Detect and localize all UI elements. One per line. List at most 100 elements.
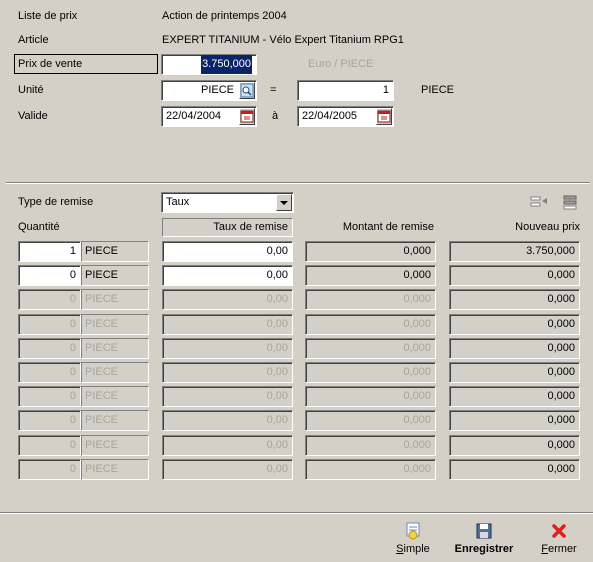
valid-from-input[interactable]: 22/04/2004: [161, 106, 257, 127]
rate-input[interactable]: 0,00: [162, 265, 293, 286]
sale-price-value: 3.750,000: [201, 55, 252, 74]
unit-qty-value: 1: [382, 84, 389, 96]
valid-to-label: à: [272, 110, 279, 122]
qty-input[interactable]: 0: [18, 265, 81, 286]
unit-cell: PIECE: [81, 265, 149, 286]
new-price-cell: 3.750,000: [449, 241, 580, 262]
simple-icon: [406, 522, 420, 540]
qty-value: 0: [69, 390, 76, 402]
qty-input: 0: [18, 289, 81, 310]
calendar-icon[interactable]: [239, 108, 255, 125]
unit-input[interactable]: PIECE: [161, 80, 257, 101]
unit-value: PIECE: [85, 318, 119, 330]
qty-input: 0: [18, 386, 81, 407]
unit-value: PIECE: [85, 245, 119, 257]
simple-button[interactable]: Simple: [392, 522, 434, 556]
new-price-cell: 0,000: [449, 410, 580, 431]
unit-after-label: PIECE: [421, 84, 455, 96]
qty-input: 0: [18, 459, 81, 480]
new-price-value: 0,000: [547, 463, 575, 475]
qty-value: 0: [69, 342, 76, 354]
unit-cell: PIECE: [81, 459, 149, 480]
amount-value: 0,000: [403, 463, 431, 475]
insert-row-icon[interactable]: [530, 194, 548, 213]
save-button[interactable]: Enregistrer: [448, 522, 520, 556]
rate-value: 0,00: [266, 390, 288, 402]
rate-input: 0,00: [162, 314, 293, 335]
qty-value: 0: [69, 318, 76, 330]
new-price-value: 3.750,000: [526, 245, 575, 257]
delete-row-icon[interactable]: [561, 194, 579, 213]
rate-input[interactable]: 0,00: [162, 241, 293, 262]
rate-input: 0,00: [162, 386, 293, 407]
new-price-cell: 0,000: [449, 386, 580, 407]
new-price-value: 0,000: [547, 390, 575, 402]
rate-value: 0,00: [266, 366, 288, 378]
col-header-rate: Taux de remise: [162, 218, 293, 237]
new-price-cell: 0,000: [449, 459, 580, 480]
discount-type-select[interactable]: Taux: [161, 192, 294, 213]
new-price-value: 0,000: [547, 439, 575, 451]
close-button[interactable]: Fermer: [536, 522, 582, 556]
rate-input: 0,00: [162, 435, 293, 456]
rate-input: 0,00: [162, 362, 293, 383]
rate-value: 0,00: [266, 414, 288, 426]
rate-input: 0,00: [162, 289, 293, 310]
sale-price-input[interactable]: 3.750,000: [161, 54, 257, 75]
qty-input: 0: [18, 362, 81, 383]
amount-cell: 0,000: [305, 241, 436, 262]
discount-type-value: Taux: [166, 196, 190, 208]
qty-value: 0: [69, 463, 76, 475]
qty-value: 0: [69, 439, 76, 451]
amount-cell: 0,000: [305, 362, 436, 383]
lookup-icon[interactable]: [239, 82, 255, 99]
rate-input: 0,00: [162, 410, 293, 431]
new-price-cell: 0,000: [449, 265, 580, 286]
sale-price-label: Prix de vente: [18, 58, 83, 70]
unit-label: Unité: [18, 84, 44, 96]
article-value: EXPERT TITANIUM - Vélo Expert Titanium R…: [162, 34, 404, 46]
amount-value: 0,000: [403, 269, 431, 281]
amount-cell: 0,000: [305, 289, 436, 310]
new-price-cell: 0,000: [449, 314, 580, 335]
qty-input: 0: [18, 314, 81, 335]
save-label: Enregistrer: [454, 543, 514, 555]
qty-input: 0: [18, 410, 81, 431]
valid-to-input[interactable]: 22/04/2005: [297, 106, 394, 127]
amount-value: 0,000: [403, 342, 431, 354]
rate-value: 0,00: [266, 318, 288, 330]
qty-input[interactable]: 1: [18, 241, 81, 262]
calendar-icon[interactable]: [376, 108, 392, 125]
amount-cell: 0,000: [305, 410, 436, 431]
unit-value: PIECE: [85, 414, 119, 426]
new-price-cell: 0,000: [449, 435, 580, 456]
amount-cell: 0,000: [305, 459, 436, 480]
amount-value: 0,000: [403, 318, 431, 330]
qty-value: 0: [69, 414, 76, 426]
new-price-cell: 0,000: [449, 289, 580, 310]
amount-value: 0,000: [403, 366, 431, 378]
unit-cell: PIECE: [81, 410, 149, 431]
rate-input: 0,00: [162, 459, 293, 480]
amount-cell: 0,000: [305, 265, 436, 286]
unit-value: PIECE: [85, 463, 119, 475]
unit-value: PIECE: [85, 269, 119, 281]
col-header-rate-text: Taux de remise: [213, 221, 288, 233]
amount-cell: 0,000: [305, 338, 436, 359]
amount-cell: 0,000: [305, 386, 436, 407]
unit-qty-input[interactable]: 1: [297, 80, 394, 101]
new-price-value: 0,000: [547, 366, 575, 378]
chevron-down-icon[interactable]: [276, 194, 292, 211]
rate-input: 0,00: [162, 338, 293, 359]
qty-value: 0: [69, 293, 76, 305]
close-label: Fermer: [541, 543, 577, 555]
new-price-cell: 0,000: [449, 362, 580, 383]
unit-value: PIECE: [200, 84, 234, 96]
new-price-cell: 0,000: [449, 338, 580, 359]
unit-value: PIECE: [85, 439, 119, 451]
unit-cell: PIECE: [81, 338, 149, 359]
col-header-qty: Quantité: [18, 221, 60, 233]
rate-value: 0,00: [266, 269, 288, 281]
amount-cell: 0,000: [305, 314, 436, 335]
new-price-value: 0,000: [547, 318, 575, 330]
